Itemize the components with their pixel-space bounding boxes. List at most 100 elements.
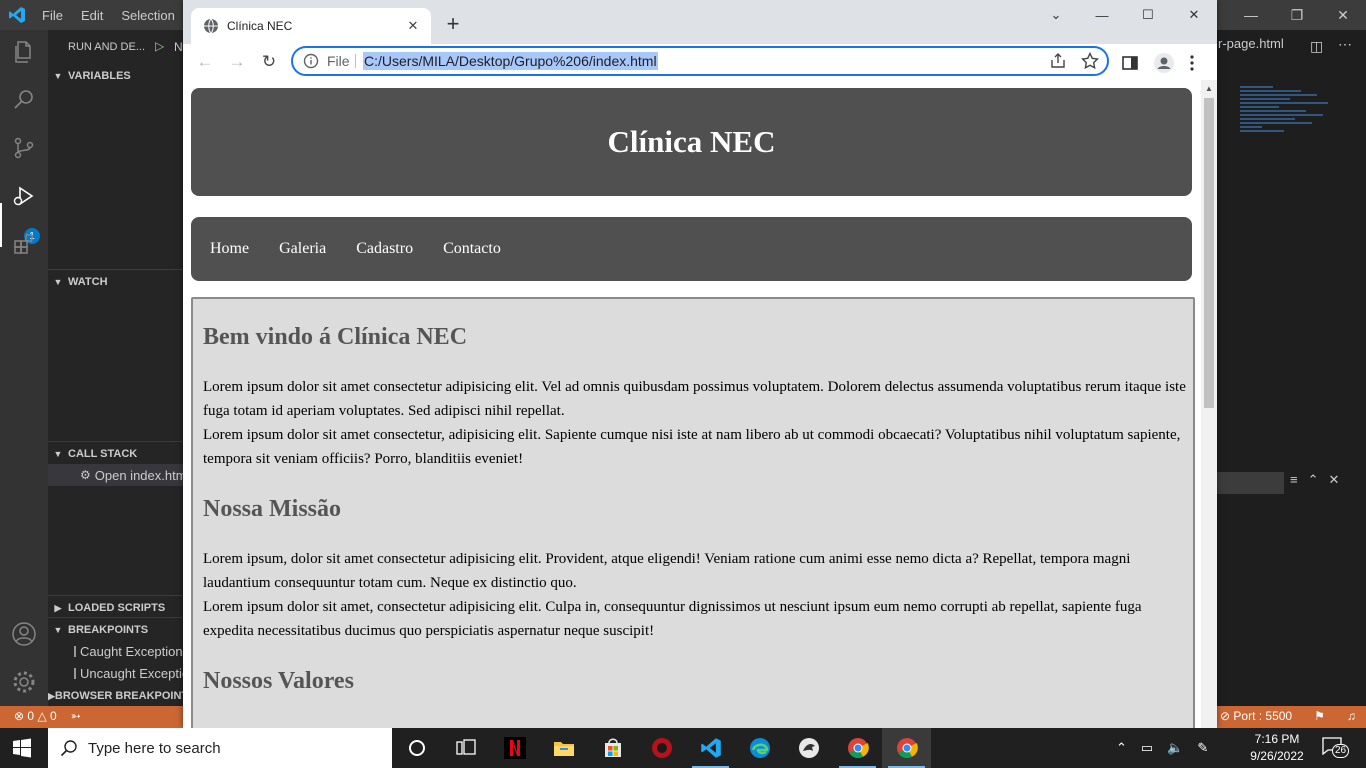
start-debugging-icon[interactable]: ▷ [155,39,164,53]
site-title: Clínica NEC [607,124,776,159]
run-config-select[interactable]: N [174,40,183,54]
bookmark-star-icon[interactable] [1081,52,1099,70]
chrome-maximize-button[interactable]: ☐ [1125,0,1171,30]
vscode-restore-button[interactable]: ❐ [1274,0,1320,30]
run-debug-icon[interactable] [10,182,38,210]
clock-date: 9/26/2022 [1250,749,1304,763]
tab-title: Clínica NEC [227,19,293,33]
show-hidden-icons-chevron-icon[interactable]: ⌃ [1116,740,1127,756]
chrome-minimize-button[interactable]: — [1079,0,1125,30]
debug-toolbar-icon[interactable]: ➳ [71,709,81,723]
section-loaded-scripts[interactable]: ▶ LOADED SCRIPTS [48,597,184,619]
info-icon[interactable] [303,53,319,69]
cortana-icon[interactable] [392,728,441,768]
maximize-panel-icon[interactable]: ⌃ [1308,472,1319,488]
split-editor-icon[interactable]: ◫ [1310,38,1323,55]
explorer-icon[interactable] [10,38,38,66]
divider [48,269,184,270]
live-server-port[interactable]: ⊘ Port : 5500 [1220,709,1292,723]
more-actions-icon[interactable]: ⋯ [1338,36,1352,53]
address-bar[interactable]: File C:/Users/MILA/Desktop/Grupo%206/ind… [291,46,1109,76]
profile-avatar-icon[interactable] [1153,52,1175,74]
nav-link-cadastro[interactable]: Cadastro [356,240,413,258]
chrome-close-button[interactable]: ✕ [1171,0,1217,30]
section-call-stack[interactable]: ▼ CALL STACK [48,443,184,465]
page-scrollbar[interactable]: ▲ [1201,80,1217,728]
microsoft-store-icon[interactable] [588,728,637,768]
vscode-close-button[interactable]: ✕ [1320,0,1366,30]
notifications-bell-icon[interactable]: ♫ [1347,709,1356,723]
divider [48,595,184,596]
tab-search-chevron-down-icon[interactable]: ⌄ [1033,0,1079,30]
menu-file[interactable]: File [42,8,63,23]
vscode-window-controls: — ❐ ✕ [1228,0,1366,30]
url-text[interactable]: C:/Users/MILA/Desktop/Grupo%206/index.ht… [363,52,658,70]
activity-active-indicator [0,203,2,247]
vscode-taskbar-icon[interactable] [686,728,735,768]
taskbar-clock[interactable]: 7:16 PM 9/26/2022 [1244,731,1310,765]
kebab-menu-icon[interactable] [1189,54,1195,72]
notification-center-icon[interactable]: 26 [1322,737,1350,759]
new-tab-button[interactable]: + [441,12,465,36]
problems-status[interactable]: ⊗ 0 △ 0 [14,709,57,723]
chrome-tabstrip: Clínica NEC ✕ + ⌄ — ☐ ✕ [183,0,1217,44]
nav-link-contacto[interactable]: Contacto [443,240,501,258]
source-control-icon[interactable] [10,134,38,162]
page-viewport: Clínica NEC Home Galeria Cadastro Contac… [183,80,1201,728]
taskbar-apps [392,728,931,768]
chrome-taskbar-icon[interactable] [833,728,882,768]
call-stack-item[interactable]: ⚙ Open index.html [48,464,184,486]
feedback-icon[interactable]: ⚑ [1314,709,1325,723]
side-panel-icon[interactable] [1121,54,1139,72]
nav-link-home[interactable]: Home [210,240,249,258]
account-icon[interactable] [10,620,38,648]
checkbox[interactable] [74,667,76,679]
menu-selection[interactable]: Selection [121,8,174,23]
warning-icon: △ [37,709,47,723]
forward-arrow-icon[interactable]: → [225,50,249,74]
battery-icon[interactable]: ▭ [1141,740,1153,756]
volume-icon[interactable]: 🔈 [1167,740,1183,756]
search-icon[interactable] [10,86,38,114]
vscode-minimize-button[interactable]: — [1228,0,1274,30]
chrome-taskbar-icon-active[interactable] [882,728,931,768]
section-variables[interactable]: ▼ VARIABLES [48,65,184,87]
browser-tab[interactable]: Clínica NEC ✕ [191,8,431,44]
windows-start-icon[interactable] [12,738,32,758]
reload-icon[interactable]: ↻ [257,50,281,74]
close-panel-icon[interactable]: ✕ [1329,472,1340,488]
nav-link-galeria[interactable]: Galeria [279,240,326,258]
back-arrow-icon[interactable]: ← [193,50,217,74]
settings-gear-icon[interactable] [10,668,38,696]
chevron-down-icon: ▼ [53,449,63,459]
error-icon: ⊗ [14,709,25,723]
section-breakpoints[interactable]: ▼ BREAKPOINTS [48,619,184,641]
divider [48,441,184,442]
minimap[interactable] [1240,86,1350,146]
netflix-icon[interactable] [490,728,539,768]
file-explorer-icon[interactable] [539,728,588,768]
notification-count: 26 [1332,744,1350,758]
dolphin-app-icon[interactable] [784,728,833,768]
share-icon[interactable] [1049,52,1067,70]
breakpoint-uncaught-exceptions[interactable]: Uncaught Exceptions [48,662,184,684]
close-tab-icon[interactable]: ✕ [403,18,423,34]
section-watch[interactable]: ▼ WATCH [48,271,184,293]
editor-tab[interactable]: r-page.html [1218,36,1284,51]
breakpoint-caught-exceptions[interactable]: Caught Exceptions [48,640,184,662]
chrome-window: Clínica NEC ✕ + ⌄ — ☐ ✕ ← → ↻ File C:/Us… [183,0,1217,728]
section-browser-breakpoints[interactable]: ▶ BROWSER BREAKPOINTS [48,685,184,706]
game-app-icon[interactable] [637,728,686,768]
edge-icon[interactable] [735,728,784,768]
menu-edit[interactable]: Edit [81,8,103,23]
clear-output-icon[interactable]: ≡ [1290,472,1298,488]
scroll-up-arrow-icon[interactable]: ▲ [1205,84,1213,93]
extensions-icon[interactable] [10,230,38,258]
panel-filter-input[interactable] [1216,472,1284,494]
scrollbar-thumb[interactable] [1204,98,1214,408]
task-view-icon[interactable] [441,728,490,768]
checkbox[interactable] [74,645,76,657]
taskbar-search-box[interactable]: Type here to search [48,728,392,768]
pen-icon[interactable]: ✎ [1197,740,1208,756]
section-heading-welcome: Bem vindo á Clínica NEC [203,324,468,350]
